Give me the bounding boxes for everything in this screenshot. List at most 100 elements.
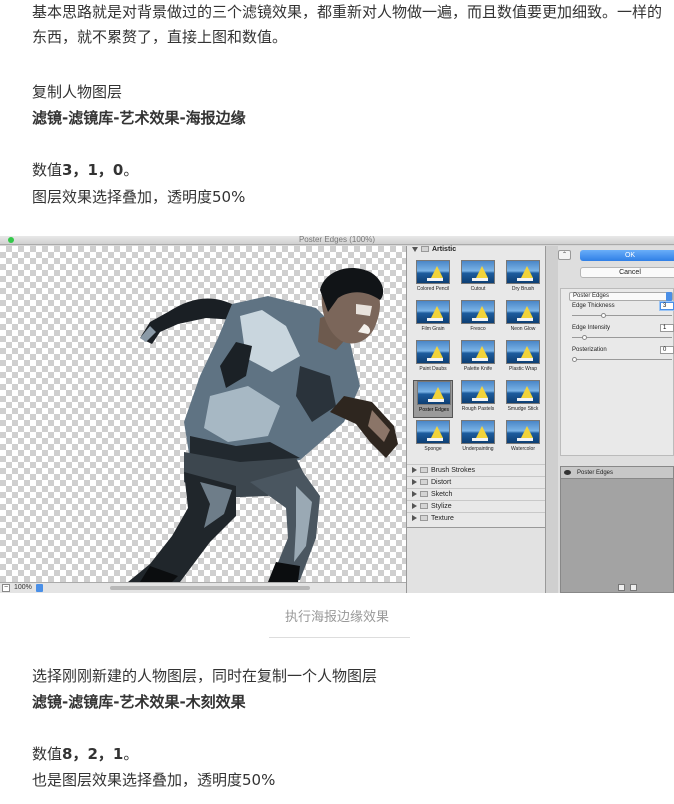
folder-icon — [421, 246, 429, 253]
gallery-empty-area — [407, 527, 545, 593]
values-numbers: 3，1，0 — [62, 161, 124, 179]
filter-thumbnail-label: Fresco — [470, 326, 486, 332]
folder-category[interactable]: Sketch — [407, 488, 545, 500]
param-slider[interactable] — [572, 357, 672, 362]
zoom-dropdown-icon[interactable] — [36, 584, 43, 592]
zoom-out-button[interactable]: − — [2, 584, 10, 592]
slider-thumb[interactable] — [600, 313, 606, 318]
filter-thumbnail[interactable]: Smudge Stick — [503, 380, 543, 418]
folder-category[interactable]: Brush Strokes — [407, 464, 545, 476]
step2-values: 数值8，2，1。 — [32, 742, 138, 767]
values-suffix: 。 — [123, 161, 139, 179]
sailboat-thumbnail-icon — [506, 340, 540, 364]
folder-label: Distort — [431, 479, 452, 486]
folder-icon — [420, 479, 428, 486]
param-label: Posterization — [572, 347, 607, 353]
values-numbers: 8，2，1 — [62, 745, 124, 763]
filter-thumbnail-label: Colored Pencil — [416, 286, 450, 292]
sailboat-thumbnail-icon — [461, 380, 495, 404]
filter-thumbnail-label: Rough Pastels — [461, 406, 495, 412]
param-value-field[interactable]: 0 — [660, 346, 674, 354]
values-suffix: 。 — [123, 745, 139, 763]
settings-panel: OK Cancel Poster Edges Edge Thickness 3 Ed… — [558, 246, 674, 593]
filter-category-list: Brush Strokes Distort Sketch Stylize Texture — [407, 464, 545, 524]
runner-illustration — [128, 268, 398, 582]
sailboat-thumbnail-icon — [506, 260, 540, 284]
filter-thumbnail[interactable]: Colored Pencil — [413, 260, 453, 298]
folder-label: Artistic — [432, 246, 457, 253]
filter-select[interactable]: Poster Edges — [569, 292, 673, 301]
zoom-level: 100% — [14, 584, 32, 591]
intro-paragraph: 基本思路就是对背景做过的三个滤镜效果，都重新对人物做一遍，而且数值要更加细致。一… — [32, 3, 663, 46]
folder-artistic[interactable]: Artistic — [407, 246, 545, 257]
select-arrow-icon — [666, 292, 672, 301]
folder-category[interactable]: Stylize — [407, 500, 545, 512]
sailboat-thumbnail-icon — [461, 420, 495, 444]
step1-action: 复制人物图层 — [32, 83, 123, 101]
delete-effect-layer-button[interactable] — [630, 584, 637, 591]
filter-thumbnail[interactable]: Neon Glow — [503, 300, 543, 338]
filter-thumbnail[interactable]: Sponge — [413, 420, 453, 458]
caption-divider — [269, 637, 410, 638]
effect-layer-row[interactable]: Poster Edges — [561, 467, 673, 479]
folder-category[interactable]: Distort — [407, 476, 545, 488]
step1-values: 数值3，1，0。 — [32, 158, 138, 183]
window-title: Poster Edges (100%) — [298, 236, 376, 244]
disclosure-closed-icon — [412, 467, 417, 474]
ok-button[interactable]: OK — [580, 250, 674, 261]
filter-gallery-panel: Artistic Colored Pencil Cutout Dry Brush Fi… — [406, 246, 546, 593]
filter-thumbnail[interactable]: Poster Edges — [413, 380, 453, 418]
filter-thumbnail[interactable]: Watercolor — [503, 420, 543, 458]
collapse-thumbnails-button[interactable]: ⌃ — [558, 250, 571, 260]
step2-action: 选择刚刚新建的人物图层，同时在复制一个人物图层 — [32, 667, 378, 685]
filter-thumbnail-label: Sponge — [424, 446, 442, 452]
param-slider[interactable] — [572, 313, 672, 318]
preview-canvas[interactable] — [0, 246, 406, 582]
disclosure-closed-icon — [412, 479, 417, 486]
param-value-field[interactable]: 3 — [660, 302, 674, 310]
image-caption: 执行海报边缘效果 — [284, 610, 389, 625]
values-prefix: 数值 — [32, 161, 63, 179]
filter-thumbnail[interactable]: Plastic Wrap — [503, 340, 543, 378]
step1-blend-note: 图层效果选择叠加，透明度50% — [32, 188, 246, 206]
eye-icon[interactable] — [564, 470, 571, 475]
panel-separator — [546, 246, 558, 593]
filter-thumbnail[interactable]: Palette Knife — [458, 340, 498, 378]
slider-thumb[interactable] — [581, 335, 587, 340]
filter-thumbnail-label: Poster Edges — [418, 407, 450, 413]
horizontal-scrollbar[interactable] — [110, 586, 310, 590]
filter-thumbnail-label: Watercolor — [511, 446, 535, 452]
step2-filter-path: 滤镜-滤镜库-艺术效果-木刻效果 — [32, 693, 246, 711]
filter-thumbnail[interactable]: Cutout — [458, 260, 498, 298]
slider-thumb[interactable] — [572, 357, 577, 362]
folder-category[interactable]: Texture — [407, 512, 545, 524]
filter-thumbnails: Colored Pencil Cutout Dry Brush Film Grain F… — [413, 260, 545, 460]
sailboat-thumbnail-icon — [461, 260, 495, 284]
filter-thumbnail-label: Plastic Wrap — [509, 366, 537, 372]
filter-select-value: Poster Edges — [573, 293, 610, 299]
cancel-button[interactable]: Cancel — [580, 267, 674, 278]
param-slider[interactable] — [572, 335, 672, 340]
disclosure-closed-icon — [412, 515, 417, 522]
sailboat-thumbnail-icon — [416, 420, 450, 444]
filter-thumbnail-label: Underpainting — [462, 446, 494, 452]
sailboat-thumbnail-icon — [506, 300, 540, 324]
filter-thumbnail[interactable]: Fresco — [458, 300, 498, 338]
param-label: Edge Thickness — [572, 303, 615, 309]
filter-thumbnail[interactable]: Underpainting — [458, 420, 498, 458]
sailboat-thumbnail-icon — [461, 300, 495, 324]
filter-thumbnail[interactable]: Paint Daubs — [413, 340, 453, 378]
effect-layer-name: Poster Edges — [577, 470, 614, 476]
window-titlebar: Poster Edges (100%) — [0, 236, 674, 245]
sailboat-thumbnail-icon — [416, 260, 450, 284]
folder-icon — [420, 515, 428, 522]
param-value-field[interactable]: 1 — [660, 324, 674, 332]
new-effect-layer-button[interactable] — [618, 584, 625, 591]
folder-icon — [420, 467, 428, 474]
filter-thumbnail[interactable]: Dry Brush — [503, 260, 543, 298]
step2-blend-note: 也是图层效果选择叠加，透明度50% — [32, 771, 276, 789]
values-prefix: 数值 — [32, 745, 63, 763]
filter-thumbnail[interactable]: Rough Pastels — [458, 380, 498, 418]
step1-filter-path: 滤镜-滤镜库-艺术效果-海报边缘 — [32, 109, 246, 127]
filter-thumbnail[interactable]: Film Grain — [413, 300, 453, 338]
